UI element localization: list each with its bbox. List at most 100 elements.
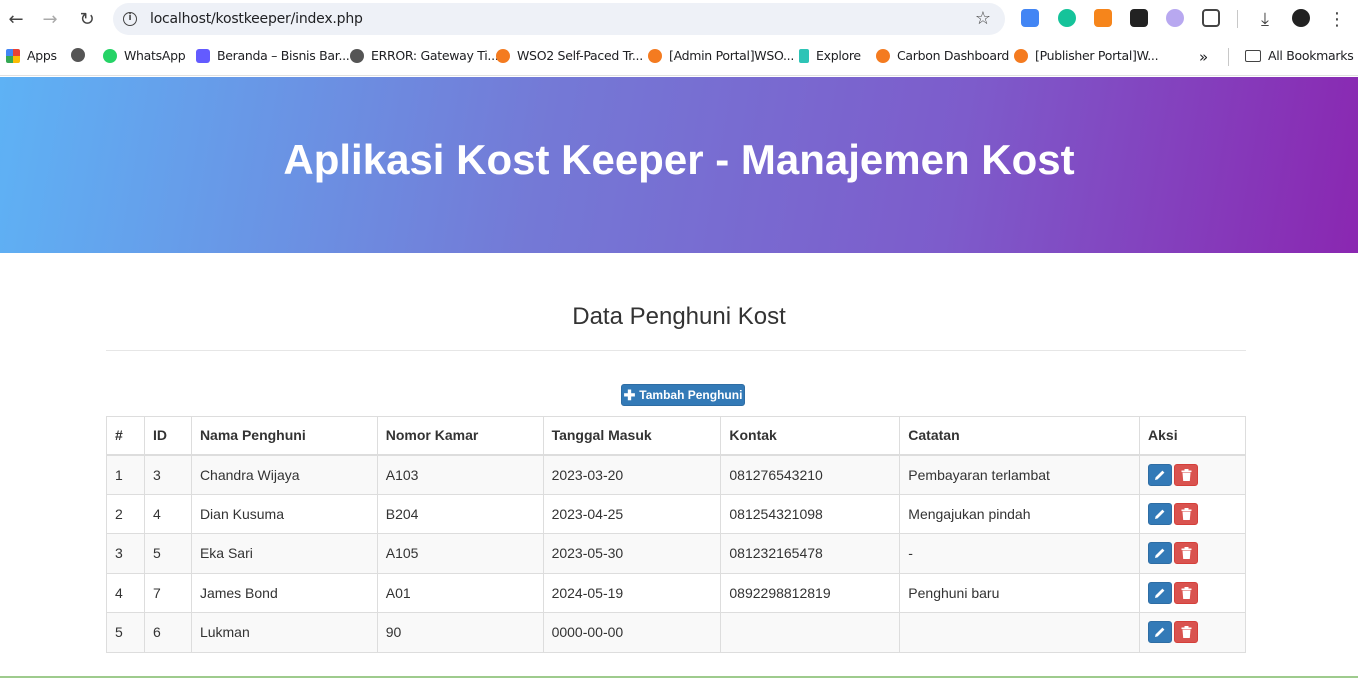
cell-actions	[1139, 454, 1246, 495]
bookmark-label: Apps	[27, 48, 57, 63]
cell-id: 7	[143, 572, 192, 613]
trash-icon	[1181, 626, 1192, 639]
cell-tanggal: 2023-03-20	[542, 454, 722, 495]
column-header: Aksi	[1139, 416, 1246, 456]
table-row: 4 7 James Bond A01 2024-05-19 0892298812819 Pe…	[106, 572, 1246, 613]
add-resident-label: Tambah Penghuni	[639, 388, 743, 402]
section-title: Data Penghuni Kost	[572, 303, 786, 330]
trash-icon	[1181, 586, 1192, 599]
cell-id: 3	[143, 454, 192, 495]
back-arrow-icon[interactable]: ←	[4, 7, 28, 31]
column-header: ID	[143, 416, 192, 456]
cell-id: 6	[143, 612, 192, 653]
carbon-icon	[876, 48, 890, 63]
cell-actions	[1139, 572, 1246, 613]
cell-no: 5	[106, 612, 145, 653]
forward-arrow-icon[interactable]: →	[38, 7, 62, 31]
trash-icon	[1181, 547, 1192, 560]
cell-nama: Lukman	[190, 612, 378, 653]
add-resident-button[interactable]: ✚ Tambah Penghuni	[621, 384, 745, 406]
profile-avatar[interactable]	[1292, 9, 1310, 27]
column-header: Kontak	[720, 416, 901, 456]
cell-kamar: B204	[376, 493, 544, 534]
bookmark-publisher-portal[interactable]: [Publisher Portal]W...	[1014, 48, 1159, 63]
cell-no: 4	[106, 572, 145, 613]
all-bookmarks[interactable]: All Bookmarks	[1245, 48, 1354, 63]
table-header-row: # ID Nama Penghuni Nomor Kamar Tanggal M…	[106, 416, 1246, 456]
divider	[106, 350, 1246, 351]
trash-icon	[1181, 468, 1192, 481]
delete-button[interactable]	[1174, 581, 1199, 604]
cell-kontak: 081232165478	[720, 533, 901, 574]
cell-catatan: Mengajukan pindah	[899, 493, 1141, 534]
cell-catatan: Penghuni baru	[899, 572, 1141, 613]
pencil-icon	[1154, 626, 1166, 638]
site-info-icon[interactable]: i	[123, 12, 137, 26]
pencil-icon	[1154, 587, 1166, 599]
edit-button[interactable]	[1148, 542, 1173, 565]
bookmark-star-icon[interactable]: ☆	[975, 8, 991, 29]
delete-button[interactable]	[1174, 463, 1199, 486]
delete-button[interactable]	[1174, 502, 1199, 525]
url-text[interactable]: localhost/kostkeeper/index.php	[150, 11, 363, 27]
reload-icon[interactable]: ↻	[75, 7, 99, 31]
residents-table: # ID Nama Penghuni Nomor Kamar Tanggal M…	[106, 416, 1246, 653]
translate-extension-icon[interactable]	[1021, 9, 1039, 27]
bookmark-label: WSO2 Self-Paced Tr...	[517, 48, 643, 63]
edit-button[interactable]	[1148, 502, 1173, 525]
cell-kontak: 081276543210	[720, 454, 901, 495]
delete-button[interactable]	[1174, 621, 1199, 644]
bookmark-admin-portal[interactable]: [Admin Portal]WSO...	[648, 48, 794, 63]
grammarly-extension-icon[interactable]	[1058, 9, 1076, 27]
edit-button[interactable]	[1148, 581, 1173, 604]
download-icon[interactable]: ⤓	[1253, 7, 1277, 31]
wso2-icon	[1014, 48, 1028, 63]
column-header: #	[106, 416, 145, 456]
pencil-icon	[1154, 469, 1166, 481]
address-bar[interactable]: i localhost/kostkeeper/index.php ☆	[113, 3, 1005, 35]
bookmark-label: Carbon Dashboard	[897, 48, 1010, 63]
browser-toolbar: ← → ↻ i localhost/kostkeeper/index.php ☆…	[0, 0, 1358, 38]
toolbar-divider	[1237, 10, 1238, 28]
bookmark-globe[interactable]	[71, 48, 92, 62]
cell-actions	[1139, 493, 1246, 534]
bookmark-label: [Admin Portal]WSO...	[669, 48, 795, 63]
bookmark-apps[interactable]: Apps	[6, 48, 57, 63]
cell-nama: Eka Sari	[190, 533, 378, 574]
extension-icon-2[interactable]	[1166, 9, 1184, 27]
all-bookmarks-label: All Bookmarks	[1268, 48, 1354, 63]
cell-nama: Dian Kusuma	[190, 493, 378, 534]
edit-button[interactable]	[1148, 463, 1173, 486]
table-row: 2 4 Dian Kusuma B204 2023-04-25 081254321098 M…	[106, 493, 1246, 534]
page-title: Aplikasi Kost Keeper - Manajemen Kost	[283, 136, 1075, 183]
table-row: 3 5 Eka Sari A105 2023-05-30 081232165478-	[106, 533, 1246, 574]
cell-kamar: A105	[376, 533, 544, 574]
delete-button[interactable]	[1174, 542, 1199, 565]
bookmark-carbon[interactable]: Carbon Dashboard	[876, 48, 1009, 63]
column-header: Nomor Kamar	[376, 416, 544, 456]
globe-icon	[350, 48, 364, 63]
cell-id: 5	[143, 533, 192, 574]
column-header: Tanggal Masuk	[542, 416, 722, 456]
cell-kamar: 90	[376, 612, 544, 653]
bookmark-error[interactable]: ERROR: Gateway Ti...	[350, 48, 499, 63]
bookmark-wso2-selfpaced[interactable]: WSO2 Self-Paced Tr...	[496, 48, 643, 63]
cell-catatan: Pembayaran terlambat	[899, 454, 1141, 495]
metamask-extension-icon[interactable]	[1094, 9, 1112, 27]
bookmarks-overflow-icon[interactable]: »	[1199, 48, 1208, 66]
edit-button[interactable]	[1148, 621, 1173, 644]
wso2-icon	[648, 48, 662, 63]
bookmark-whatsapp[interactable]: WhatsApp	[103, 48, 186, 63]
cell-catatan: -	[899, 533, 1141, 574]
bookmark-label: Explore	[816, 48, 861, 63]
menu-kebab-icon[interactable]: ⋮	[1325, 7, 1349, 31]
cell-tanggal: 2023-05-30	[542, 533, 722, 574]
globe-icon	[71, 48, 85, 62]
trash-icon	[1181, 507, 1192, 520]
cell-id: 4	[143, 493, 192, 534]
extensions-puzzle-icon[interactable]	[1202, 9, 1220, 27]
bookmark-explore[interactable]: Explore	[799, 48, 861, 63]
folder-icon	[1245, 49, 1261, 62]
bookmark-beranda[interactable]: Beranda – Bisnis Bar...	[196, 48, 350, 63]
extension-icon[interactable]	[1130, 9, 1148, 27]
